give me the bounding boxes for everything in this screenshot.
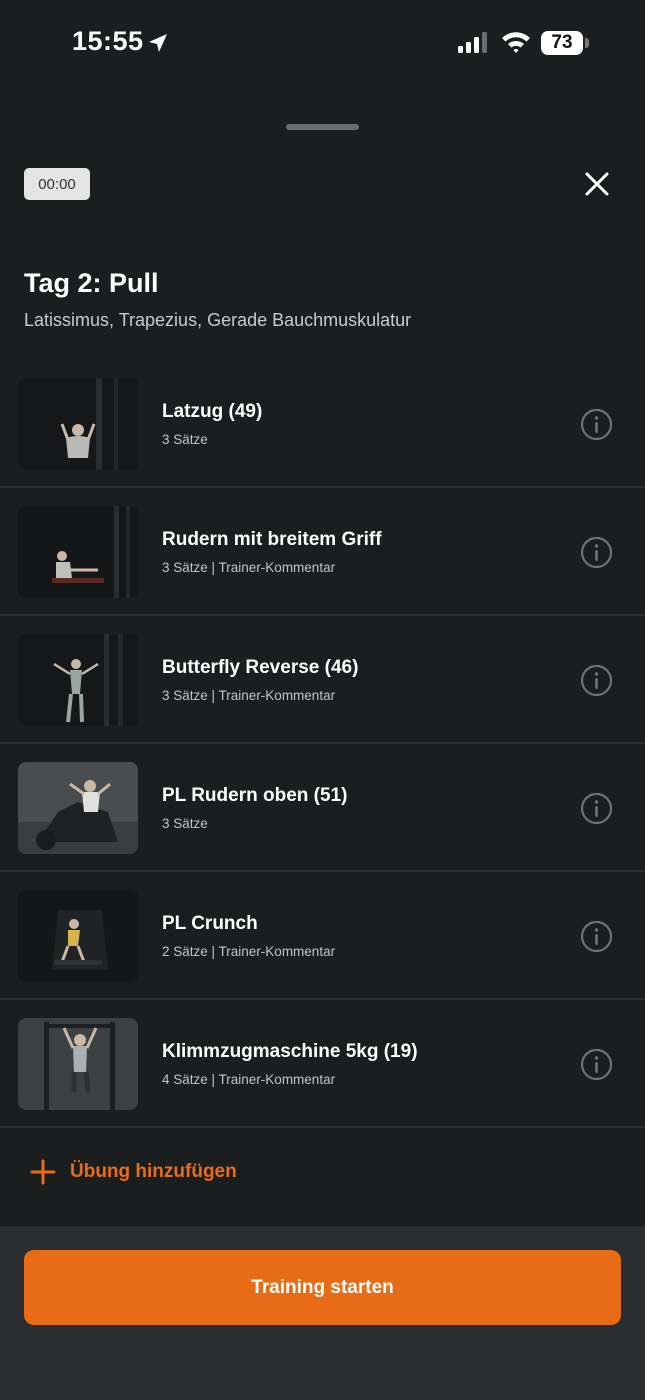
- status-bar: 15:55 73: [0, 0, 645, 90]
- exercise-meta: 2 Sätze | Trainer-Kommentar: [162, 944, 336, 959]
- info-icon[interactable]: [580, 664, 613, 697]
- exercise-name: PL Rudern oben (51): [162, 785, 348, 806]
- cellular-signal-icon: [458, 32, 487, 53]
- workout-sheet-screen: 15:55 73 00:00 Tag 2: Pull Latissimus, T…: [0, 0, 645, 1400]
- exercise-row[interactable]: Rudern mit breitem Griff 3 Sätze | Train…: [0, 488, 645, 616]
- info-icon[interactable]: [580, 408, 613, 441]
- exercise-thumbnail: [18, 634, 138, 726]
- plus-icon: [30, 1159, 56, 1185]
- exercise-name: PL Crunch: [162, 913, 258, 934]
- start-training-button[interactable]: Training starten: [24, 1250, 621, 1325]
- exercise-name: Rudern mit breitem Griff: [162, 529, 382, 550]
- exercise-name: Latzug (49): [162, 401, 263, 422]
- battery-nub: [585, 38, 589, 48]
- battery-level: 73: [551, 32, 573, 53]
- exercise-meta: 3 Sätze: [162, 432, 208, 447]
- exercise-list: Latzug (49) 3 Sätze Rudern mit breitem G…: [0, 360, 645, 1128]
- exercise-row[interactable]: PL Crunch 2 Sätze | Trainer-Kommentar: [0, 872, 645, 1000]
- timer-badge: 00:00: [24, 168, 90, 200]
- bottom-action-bar: Training starten: [0, 1226, 645, 1400]
- exercise-thumbnail: [18, 890, 138, 982]
- close-icon[interactable]: [583, 170, 611, 198]
- exercise-thumbnail: [18, 1018, 138, 1110]
- exercise-row[interactable]: Butterfly Reverse (46) 3 Sätze | Trainer…: [0, 616, 645, 744]
- wifi-icon: [502, 32, 530, 53]
- status-time: 15:55: [72, 26, 144, 56]
- exercise-row[interactable]: PL Rudern oben (51) 3 Sätze: [0, 744, 645, 872]
- info-icon[interactable]: [580, 920, 613, 953]
- add-exercise-button[interactable]: Übung hinzufügen: [30, 1155, 237, 1189]
- sheet-grabber[interactable]: [286, 124, 359, 130]
- exercise-row[interactable]: Klimmzugmaschine 5kg (19) 4 Sätze | Trai…: [0, 1000, 645, 1128]
- exercise-thumbnail: [18, 506, 138, 598]
- exercise-meta: 3 Sätze | Trainer-Kommentar: [162, 688, 336, 703]
- exercise-thumbnail: [18, 378, 138, 470]
- info-icon[interactable]: [580, 1048, 613, 1081]
- exercise-name: Klimmzugmaschine 5kg (19): [162, 1041, 418, 1062]
- exercise-row[interactable]: Latzug (49) 3 Sätze: [0, 360, 645, 488]
- exercise-meta: 4 Sätze | Trainer-Kommentar: [162, 1072, 336, 1087]
- exercise-name: Butterfly Reverse (46): [162, 657, 359, 678]
- exercise-thumbnail: [18, 762, 138, 854]
- add-exercise-label: Übung hinzufügen: [70, 1161, 237, 1182]
- battery-icon: 73: [541, 31, 583, 55]
- exercise-meta: 3 Sätze: [162, 816, 208, 831]
- exercise-meta: 3 Sätze | Trainer-Kommentar: [162, 560, 336, 575]
- workout-subtitle: Latissimus, Trapezius, Gerade Bauchmusku…: [24, 310, 412, 330]
- workout-title: Tag 2: Pull: [24, 268, 159, 298]
- info-icon[interactable]: [580, 536, 613, 569]
- info-icon[interactable]: [580, 792, 613, 825]
- location-arrow-icon: [149, 34, 167, 52]
